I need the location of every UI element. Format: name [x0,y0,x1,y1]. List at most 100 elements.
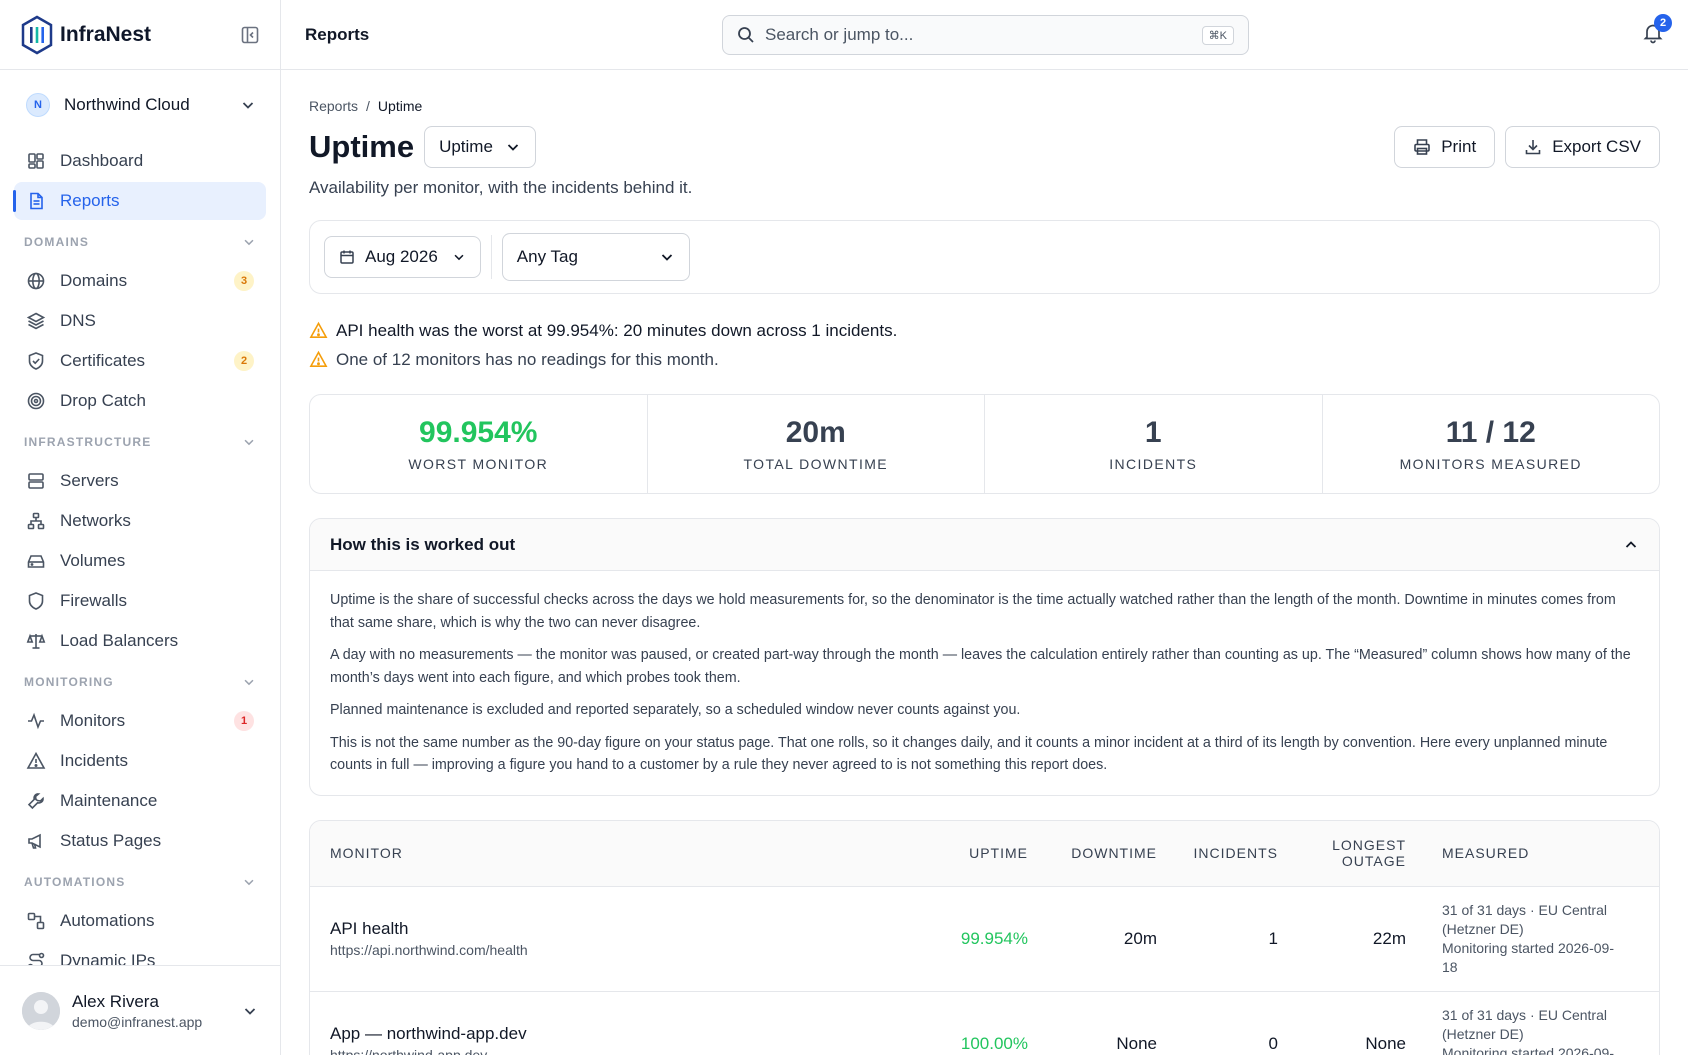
sidebar-item-dashboard[interactable]: Dashboard [14,142,266,180]
monitor-name[interactable]: API health [330,919,910,939]
sidebar-item-label: Automations [60,911,155,930]
sidebar-item-automations[interactable]: Automations [14,902,266,940]
measured-value: 31 of 31 days · EU Central (Hetzner DE) … [1406,901,1636,977]
col-monitor[interactable]: MONITOR [310,845,910,861]
org-avatar: N [26,93,50,117]
sidebar-item-label: Servers [60,471,119,490]
print-label: Print [1441,137,1477,156]
count-badge: 2 [234,351,254,371]
app-name: InfraNest [60,22,152,46]
breadcrumb-current: Uptime [377,98,423,114]
server-icon [28,473,44,489]
uptime-table: MONITOR UPTIME DOWNTIME INCIDENTS LONGES… [309,819,1660,1055]
megaphone-icon [28,833,41,849]
activity-icon [28,712,44,730]
methodology-paragraph: A day with no measurements — the monitor… [330,647,1631,686]
chevron-down-icon [244,879,254,886]
col-measured[interactable]: MEASURED [1406,845,1636,861]
sidebar-item-label: Load Balancers [60,631,179,650]
sidebar-section-automations[interactable]: AUTOMATIONS [0,864,280,900]
warning-triangle-icon [309,321,328,338]
sidebar-item-label: Domains [60,271,128,290]
col-uptime[interactable]: UPTIME [910,845,1028,861]
report-type-select[interactable]: Uptime [424,126,536,168]
sidebar-item-reports[interactable]: Reports [13,182,266,220]
chevron-down-icon [244,239,254,246]
sidebar-item-label: Drop Catch [60,391,146,410]
stat-label: INCIDENTS [1109,456,1198,472]
breadcrumb-parent[interactable]: Reports [309,98,358,114]
stat-label: MONITORS MEASURED [1399,456,1582,472]
sidebar-item-firewalls[interactable]: Firewalls [14,582,266,620]
infranest-logo-icon [21,15,53,54]
sidebar-section-monitoring[interactable]: MONITORING [0,664,280,700]
longest-outage-value: 22m [1372,928,1406,948]
warning-text: One of 12 monitors has no readings for t… [336,349,719,369]
shortcut-hint: ⌘K [1201,25,1234,45]
stat-value: 1 [1144,416,1162,449]
breadcrumb: Reports / Uptime [309,98,1660,114]
filter-bar: Aug 2026 Any Tag [309,220,1660,294]
methodology-toggle[interactable]: How this is worked out [310,519,1659,571]
shield-icon [28,592,44,610]
monitor-name[interactable]: App — northwind-app.dev [330,1024,910,1044]
sidebar-section-domains[interactable]: DOMAINS [0,224,280,260]
chevron-down-icon [507,144,519,151]
measured-line: 31 of 31 days · EU Central [1442,1006,1607,1023]
incidents-value: 0 [1268,1033,1278,1053]
sidebar-item-load-balancers[interactable]: Load Balancers [14,622,266,660]
uptime-value: 99.954% [960,928,1028,948]
tag-filter[interactable]: Any Tag [501,233,690,281]
section-title: DOMAINS [24,235,90,249]
sidebar-item-monitors[interactable]: Monitors 1 [14,702,266,740]
sidebar-item-volumes[interactable]: Volumes [14,542,266,580]
export-csv-button[interactable]: Export CSV [1505,126,1660,168]
period-value: Aug 2026 [365,247,438,266]
topbar: Reports Search or jump to... ⌘K 2 [281,0,1688,70]
warning-text: API health was the worst at 99.954%: 20 … [336,320,898,340]
col-downtime[interactable]: DOWNTIME [1028,845,1157,861]
warning-triangle-icon [309,350,328,367]
chevron-down-icon [242,102,254,109]
uptime-value: 100.00% [960,1033,1028,1053]
warning-message: One of 12 monitors has no readings for t… [309,345,1660,374]
period-filter[interactable]: Aug 2026 [324,236,481,278]
sidebar-item-certificates[interactable]: Certificates 2 [14,342,266,380]
table-row[interactable]: App — northwind-app.dev https://northwin… [310,992,1659,1055]
sidebar-item-domains[interactable]: Domains 3 [14,262,266,300]
measured-line: Monitoring started 2026-09- [1442,1044,1614,1055]
sidebar-item-servers[interactable]: Servers [14,462,266,500]
methodology-paragraph: Uptime is the share of successful checks… [330,592,1616,631]
user-menu[interactable]: Alex Rivera demo@infranest.app [0,965,280,1055]
sidebar-item-dns[interactable]: DNS [14,302,266,340]
main-content: Reports / Uptime Uptime Uptime Print Exp… [309,70,1660,1055]
col-incidents[interactable]: INCIDENTS [1157,845,1278,861]
sidebar-item-maintenance[interactable]: Maintenance [14,782,266,820]
sidebar-section-infrastructure[interactable]: INFRASTRUCTURE [0,424,280,460]
sidebar-collapse-icon[interactable] [240,25,260,45]
col-longest-outage[interactable]: LONGEST OUTAGE [1278,837,1406,869]
table-row[interactable]: API health https://api.northwind.com/hea… [310,887,1659,992]
sidebar-item-networks[interactable]: Networks [14,502,266,540]
methodology-title: How this is worked out [330,534,516,554]
section-title: AUTOMATIONS [24,875,126,889]
search-placeholder: Search or jump to... [765,25,914,44]
table-header: MONITOR UPTIME DOWNTIME INCIDENTS LONGES… [310,820,1659,887]
sidebar-item-drop-catch[interactable]: Drop Catch [14,382,266,420]
search-input[interactable]: Search or jump to... ⌘K [722,15,1249,55]
stat-value: 20m [785,416,846,449]
sidebar-item-status-pages[interactable]: Status Pages [14,822,266,860]
printer-icon [1414,139,1431,155]
methodology-body: Uptime is the share of successful checks… [310,571,1659,795]
org-switcher[interactable]: N Northwind Cloud [0,70,280,140]
print-button[interactable]: Print [1394,126,1496,168]
sidebar-item-label: Firewalls [60,591,128,610]
sidebar-item-label: Dashboard [60,151,144,170]
sidebar-item-label: Status Pages [60,831,162,850]
stat-monitors-measured: 11 / 12 MONITORS MEASURED [1323,395,1660,493]
sidebar-item-label: DNS [60,311,96,330]
sidebar: InfraNest N Northwind Cloud Dashboard Re… [0,0,281,1055]
sidebar-item-incidents[interactable]: Incidents [14,742,266,780]
sidebar-item-label: Reports [60,191,120,210]
search-icon [738,27,754,43]
